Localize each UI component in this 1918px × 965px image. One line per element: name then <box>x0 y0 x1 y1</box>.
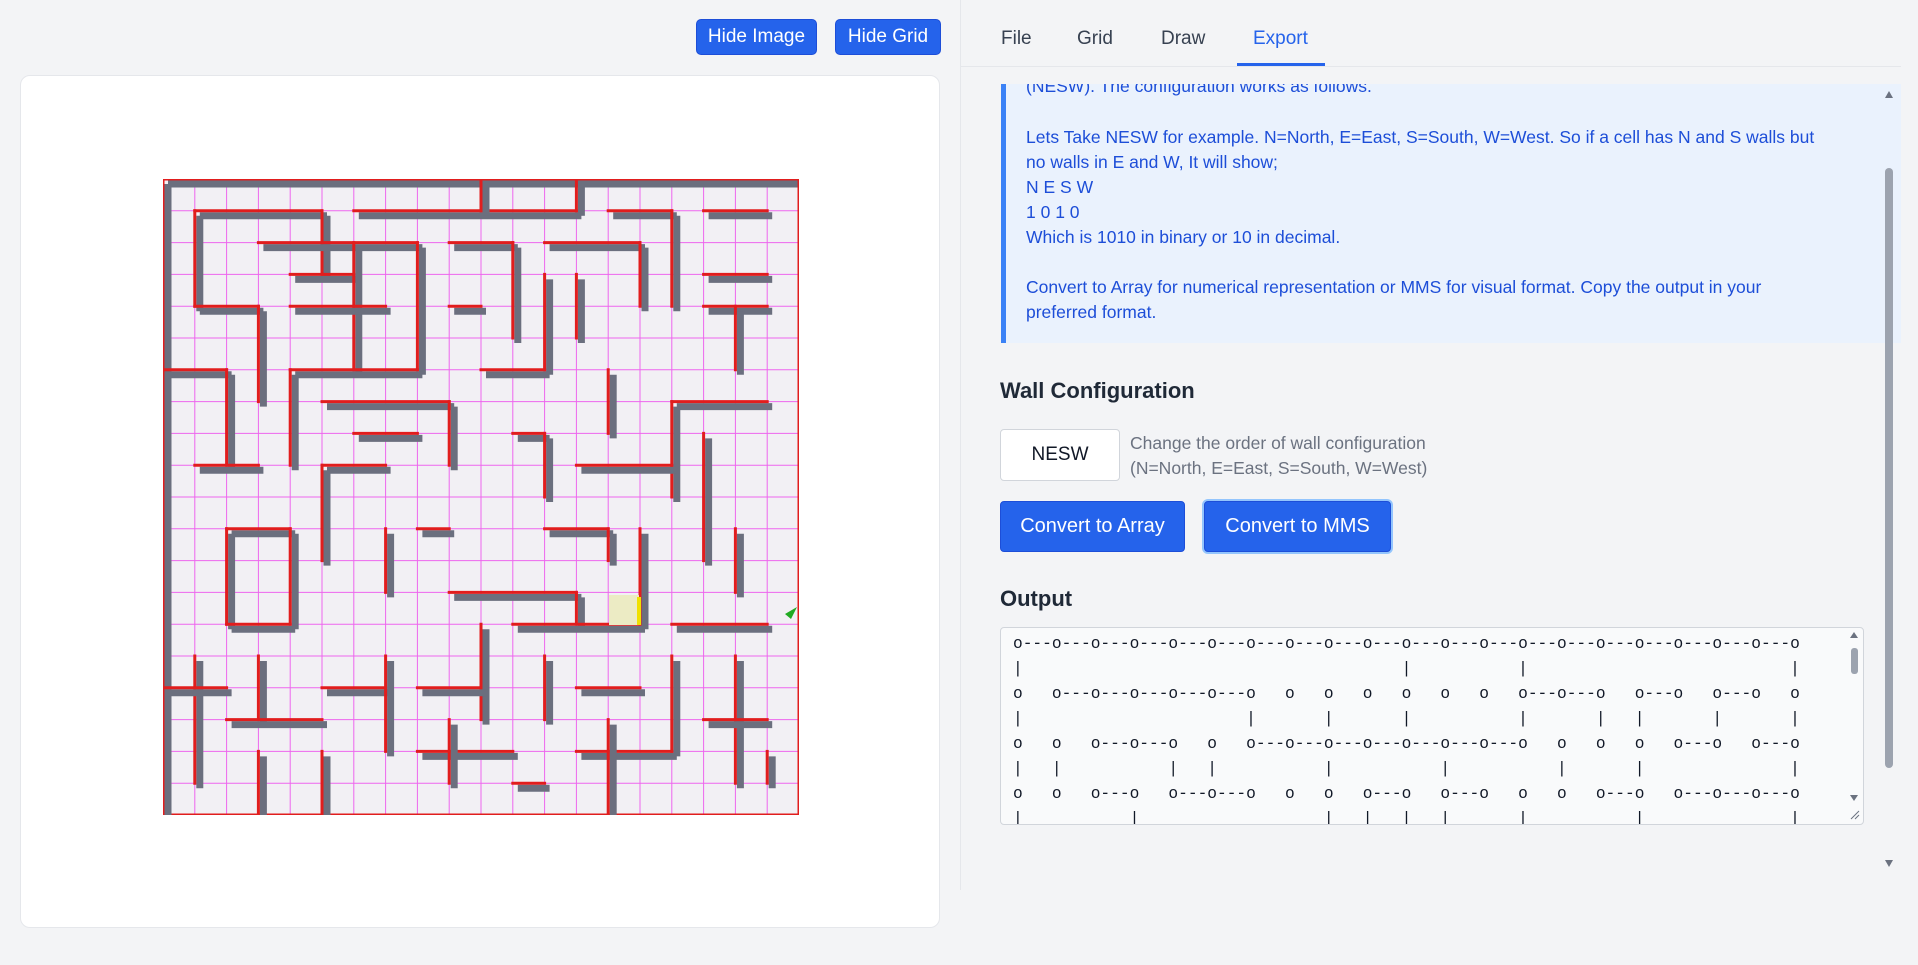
export-panel: (NESW). The configuration works as follo… <box>961 84 1901 874</box>
maze-canvas-card <box>20 75 940 928</box>
info-line: Lets Take NESW for example. N=North, E=E… <box>1026 127 1815 147</box>
maze-editor-pane: Hide Image Hide Grid <box>0 0 960 965</box>
wall-order-input[interactable]: NESW <box>1000 429 1120 481</box>
hide-grid-button[interactable]: Hide Grid <box>835 19 941 55</box>
settings-pane: File Grid Draw Export (NESW). The config… <box>961 0 1918 965</box>
info-line: 1 0 1 0 <box>1026 202 1080 222</box>
tab-draw[interactable]: Draw <box>1161 28 1205 50</box>
info-line: preferred format. <box>1026 302 1157 322</box>
info-line: Convert to Array for numerical represent… <box>1026 277 1762 297</box>
output-textarea[interactable]: o---o---o---o---o---o---o---o---o---o---… <box>1000 627 1864 825</box>
hide-image-button[interactable]: Hide Image <box>696 19 817 55</box>
highlighted-cell <box>609 595 639 625</box>
tab-bar: File Grid Draw Export <box>961 0 1901 67</box>
info-line: no walls in E and W, It will show; <box>1026 152 1278 172</box>
wall-config-help: (N=North, E=East, S=South, W=West) <box>1130 458 1428 478</box>
tab-export[interactable]: Export <box>1253 28 1308 50</box>
tab-grid[interactable]: Grid <box>1077 28 1113 50</box>
info-line: Which is 1010 in binary or 10 in decimal… <box>1026 227 1341 247</box>
selected-wall-marker <box>637 597 641 625</box>
wall-configuration-heading: Wall Configuration <box>1000 378 1195 403</box>
convert-to-array-button[interactable]: Convert to Array <box>1000 501 1185 552</box>
maze-canvas[interactable] <box>163 179 799 815</box>
output-scrollbar[interactable] <box>1845 628 1863 824</box>
instructions-box: (NESW). The configuration works as follo… <box>1001 84 1901 343</box>
panel-scrollbar[interactable] <box>1880 86 1898 874</box>
output-content: o---o---o---o---o---o---o---o---o---o---… <box>1013 635 1800 825</box>
active-tab-indicator <box>1237 63 1325 66</box>
info-line: (NESW). The configuration works as follo… <box>1026 84 1372 96</box>
output-heading: Output <box>1000 586 1073 611</box>
info-line: N E S W <box>1026 177 1094 197</box>
wall-config-help: Change the order of wall configuration <box>1130 433 1426 453</box>
convert-to-mms-button[interactable]: Convert to MMS <box>1204 501 1391 552</box>
tab-file[interactable]: File <box>1001 28 1032 50</box>
